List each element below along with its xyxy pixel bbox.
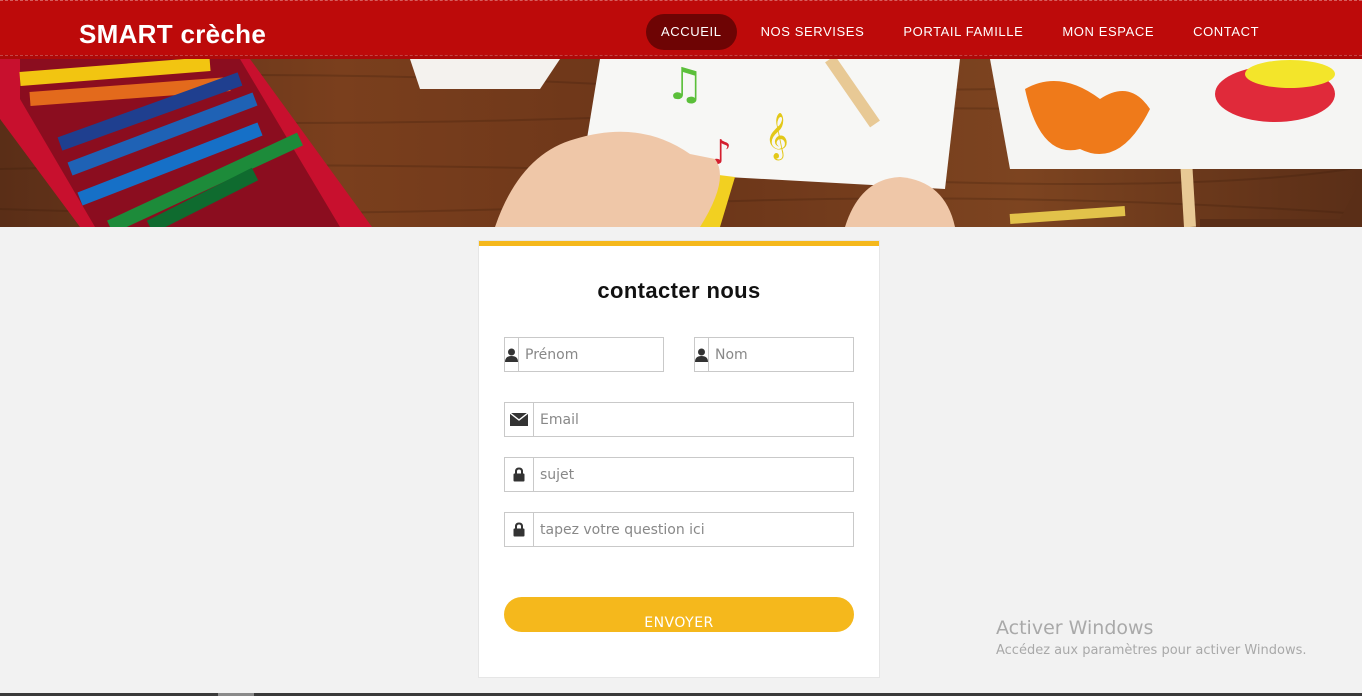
- svg-text:𝄞: 𝄞: [765, 113, 789, 161]
- nav-item-mon-espace[interactable]: MON ESPACE: [1047, 14, 1169, 50]
- prenom-field[interactable]: [504, 337, 705, 372]
- user-icon: [505, 338, 519, 371]
- lock-icon: [505, 458, 534, 491]
- nav-item-contact[interactable]: CONTACT: [1178, 14, 1274, 50]
- brand-logo[interactable]: SMART crèche: [79, 19, 266, 50]
- children-drawing-illustration: ♫ 𝄞 ♪: [0, 59, 1362, 227]
- activation-watermark-title: Activer Windows: [996, 617, 1154, 639]
- top-navbar: SMART crèche ACCUEIL NOS SERVISES PORTAI…: [0, 0, 1362, 59]
- activation-watermark-subtitle: Accédez aux paramètres pour activer Wind…: [996, 643, 1307, 658]
- nav-item-accueil[interactable]: ACCUEIL: [646, 14, 737, 50]
- nom-field[interactable]: [694, 337, 895, 372]
- contact-form-card: contacter nous ENVOYER: [479, 241, 895, 677]
- prenom-input[interactable]: [519, 338, 705, 371]
- email-field[interactable]: [504, 402, 854, 437]
- sujet-field[interactable]: [504, 457, 854, 492]
- main-nav: ACCUEIL NOS SERVISES PORTAIL FAMILLE MON…: [646, 14, 1283, 50]
- question-field[interactable]: [504, 512, 854, 547]
- user-icon: [695, 338, 709, 371]
- nav-item-portail-famille[interactable]: PORTAIL FAMILLE: [888, 14, 1038, 50]
- form-title: contacter nous: [597, 278, 761, 303]
- hero-banner: ♫ 𝄞 ♪: [0, 59, 1362, 227]
- envelope-icon: [505, 403, 534, 436]
- lock-icon: [505, 513, 534, 546]
- email-input[interactable]: [534, 403, 853, 436]
- nav-item-nos-servises[interactable]: NOS SERVISES: [746, 14, 880, 50]
- nom-input[interactable]: [709, 338, 895, 371]
- svg-text:♫: ♫: [665, 59, 704, 110]
- question-input[interactable]: [534, 513, 853, 546]
- sujet-input[interactable]: [534, 458, 853, 491]
- envoyer-button[interactable]: ENVOYER: [504, 597, 854, 632]
